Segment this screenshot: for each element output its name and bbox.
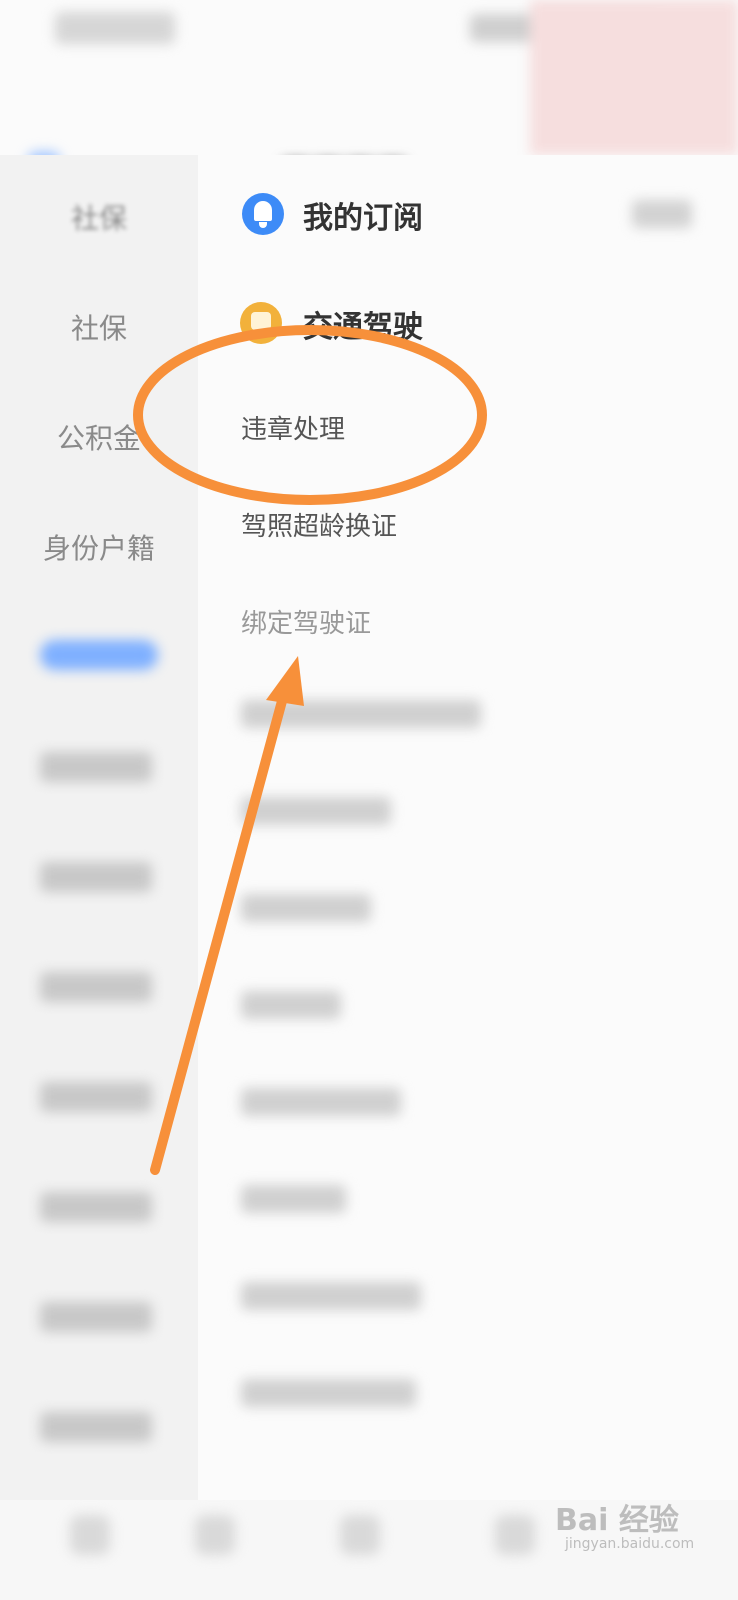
sidebar-item[interactable] <box>40 1412 152 1442</box>
sidebar-item[interactable] <box>40 1302 152 1332</box>
sidebar-item-social-insurance-2[interactable]: 社保 <box>0 307 198 347</box>
sidebar-item[interactable] <box>40 972 152 1002</box>
tab-home-icon[interactable] <box>70 1515 110 1555</box>
tab-service-icon[interactable] <box>195 1515 235 1555</box>
sidebar-item-household-registration[interactable]: 身份户籍 <box>0 527 198 567</box>
traffic-section-title: 交通驾驶 <box>303 310 423 345</box>
baidu-watermark-url: jingyan.baidu.com <box>565 1536 695 1552</box>
sidebar-item-selected[interactable] <box>40 640 158 670</box>
service-item[interactable] <box>241 894 371 922</box>
status-time <box>55 12 175 44</box>
service-bind-license[interactable]: 绑定驾驶证 <box>241 603 371 640</box>
car-icon-body <box>251 312 271 330</box>
sidebar-item-social-insurance[interactable]: 社保 <box>0 197 198 237</box>
sidebar-item[interactable] <box>40 1192 152 1222</box>
service-item[interactable] <box>241 1088 401 1116</box>
sidebar-item-housing-fund[interactable]: 公积金 <box>0 417 198 457</box>
service-item[interactable] <box>241 991 341 1019</box>
tab-message-icon[interactable] <box>340 1515 380 1555</box>
service-license-renewal[interactable]: 驾照超龄换证 <box>241 506 397 543</box>
sidebar-item[interactable] <box>40 862 152 892</box>
service-item[interactable] <box>241 700 481 728</box>
service-item[interactable] <box>241 1185 346 1213</box>
service-item[interactable] <box>241 797 391 825</box>
sidebar: 社保 社保 公积金 身份户籍 <box>0 155 198 1600</box>
service-item[interactable] <box>241 1282 421 1310</box>
edit-button[interactable] <box>632 200 692 228</box>
bell-icon-body <box>254 201 272 221</box>
service-item[interactable] <box>241 1379 416 1407</box>
baidu-watermark: Bai 经验 <box>555 1503 679 1538</box>
sidebar-item[interactable] <box>40 752 152 782</box>
top-nav: ■■■■ <box>0 60 738 192</box>
tab-profile-icon[interactable] <box>495 1515 535 1555</box>
sidebar-item[interactable] <box>40 1082 152 1112</box>
subscription-title: 我的订阅 <box>303 201 423 236</box>
service-violation-handling[interactable]: 违章处理 <box>241 409 345 446</box>
